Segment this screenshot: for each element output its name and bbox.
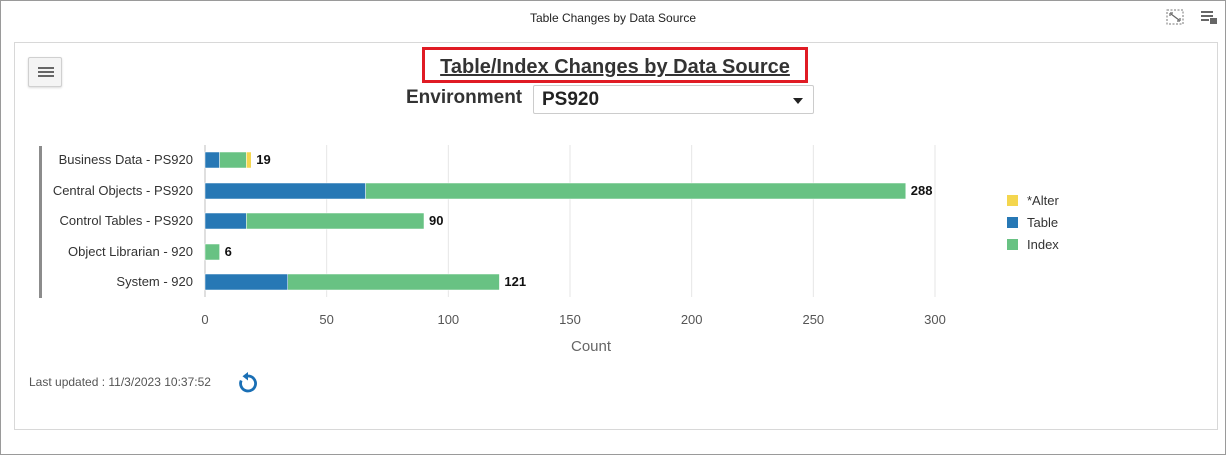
x-tick-label: 0 [201,312,208,327]
legend-swatch [1007,239,1018,250]
bar-segment-index [246,212,425,230]
bar-total-label: 288 [911,183,933,198]
category-label: Control Tables - PS920 [60,213,193,228]
bar-segment-table [204,273,288,291]
legend-swatch [1007,195,1018,206]
window: Table Changes by Data Source Table/Index… [0,0,1226,455]
refresh-icon[interactable] [236,371,260,395]
category-label: Business Data - PS920 [59,152,193,167]
bar-segment-index [365,182,907,200]
x-tick-label: 200 [681,312,703,327]
legend-label: Table [1027,215,1058,230]
x-tick-label: 100 [437,312,459,327]
bar-segment-table [204,182,366,200]
legend-label: *Alter [1027,193,1059,208]
category-label: System - 920 [116,274,193,289]
x-tick-label: 150 [559,312,581,327]
category-axis-accent [39,146,42,298]
last-updated-text: Last updated : 11/3/2023 10:37:52 [29,375,211,389]
legend-label: Index [1027,237,1059,252]
bar-segment-index [219,151,247,169]
x-tick-label: 50 [319,312,333,327]
bar-total-label: 6 [225,244,232,259]
bar-segment-table [204,212,247,230]
bar-total-label: 90 [429,213,443,228]
bar-segment-alter [246,151,252,169]
x-axis-label: Count [571,338,612,355]
bar-segment-index [204,243,220,261]
bar-total-label: 121 [504,274,526,289]
x-tick-label: 300 [924,312,946,327]
category-label: Central Objects - PS920 [53,183,193,198]
legend-swatch [1007,217,1018,228]
bar-total-label: 19 [256,152,270,167]
stacked-bar-chart: 0 50 100 150 200 250 300 Count Business Data - P… [39,145,1059,355]
x-tick-label: 250 [802,312,824,327]
bar-segment-index [287,273,500,291]
bar-segment-table [204,151,220,169]
category-label: Object Librarian - 920 [68,244,193,259]
